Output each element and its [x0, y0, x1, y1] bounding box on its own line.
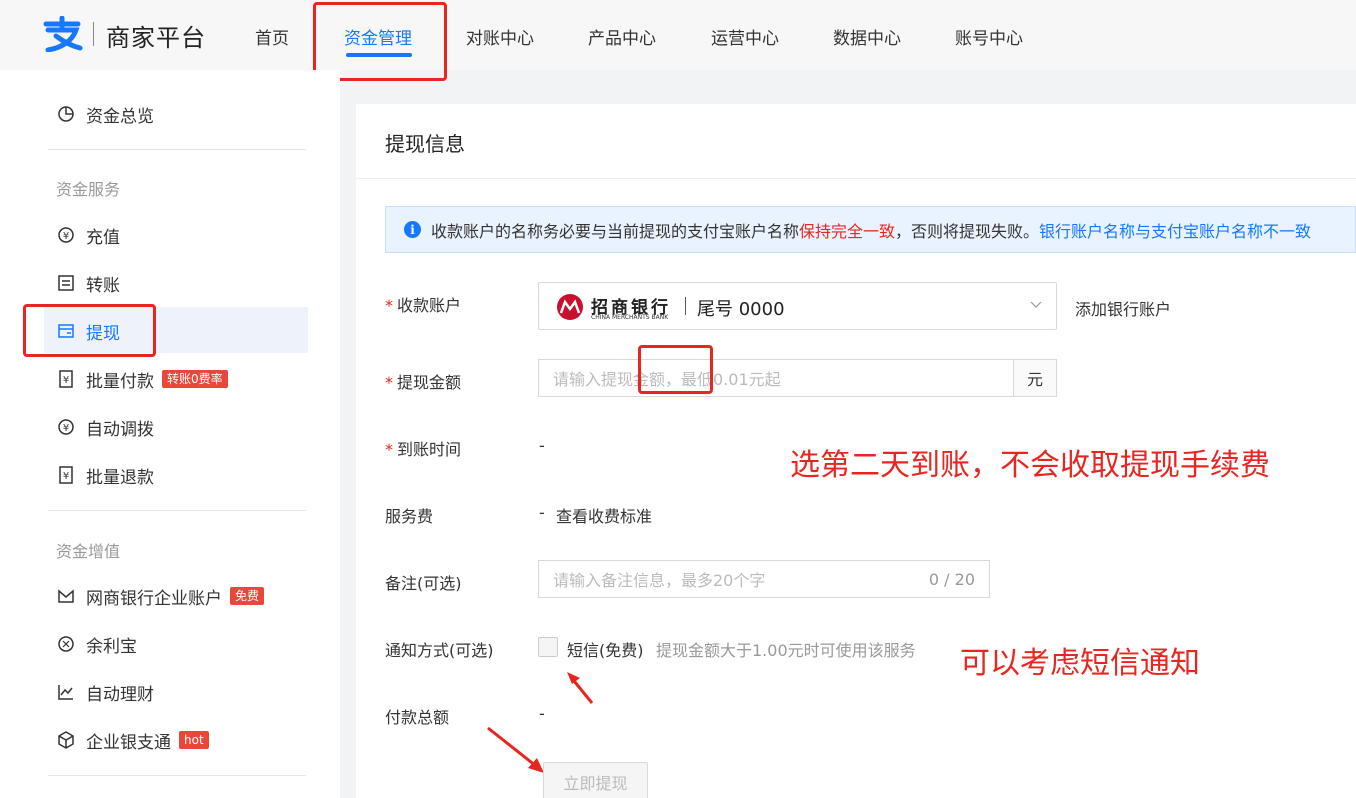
- sidebar-item-label: 自动理财: [86, 684, 154, 705]
- account-select[interactable]: 招商银行 CHINA MERCHANTS BANK 尾号 0000: [538, 282, 1057, 330]
- yulibao-icon: [58, 636, 74, 652]
- top-navbar: 商家平台 首页 资金管理 对账中心 产品中心 运营中心 数据中心 账号中心: [0, 0, 1356, 70]
- sidebar-item-label: 企业银支通: [86, 732, 171, 753]
- nav-home[interactable]: 首页: [255, 24, 289, 49]
- service-fee-value: -: [539, 503, 545, 522]
- annotation-arrival: 选第二天到账，不会收取提现手续费: [790, 448, 1270, 483]
- card-title: 提现信息: [385, 132, 465, 156]
- sidebar-item-transfer[interactable]: 转账: [56, 271, 120, 296]
- auto-allocate-icon: ¥: [58, 419, 74, 435]
- bank-name-en: CHINA MERCHANTS BANK: [591, 314, 669, 321]
- sidebar-item-label: 余利宝: [86, 636, 137, 657]
- sidebar-item-batch-refund[interactable]: ¥ 批量退款: [56, 463, 154, 488]
- sms-hint: 提现金额大于1.00元时可使用该服务: [656, 641, 916, 660]
- submit-withdraw-button[interactable]: 立即提现: [543, 762, 648, 798]
- arrival-time-value: -: [539, 436, 545, 455]
- sidebar-item-mybank[interactable]: 网商银行企业账户 免费: [56, 584, 265, 609]
- alipay-logo-icon[interactable]: [42, 16, 84, 52]
- account-label: * 收款账户: [385, 296, 462, 315]
- line-chart-icon: [58, 685, 73, 700]
- batch-pay-icon: ¥: [59, 370, 73, 388]
- sidebar-item-overview[interactable]: 资金总览: [56, 102, 154, 127]
- sidebar: [0, 70, 340, 798]
- note-char-count: 0 / 20: [928, 569, 975, 589]
- total-label: 付款总额: [385, 708, 450, 727]
- sidebar-item-recharge[interactable]: ¥ 充值: [56, 223, 120, 248]
- annotation-box-withdraw: [23, 304, 156, 357]
- sms-checkbox[interactable]: [538, 637, 558, 657]
- arrival-time-label: * 到账时间: [385, 440, 462, 459]
- sidebar-divider: [48, 510, 306, 511]
- sms-label[interactable]: 短信(免费): [567, 637, 644, 661]
- cube-icon: [58, 731, 74, 749]
- yuan-circle-icon: ¥: [58, 227, 74, 243]
- notify-label: 通知方式(可选): [385, 641, 494, 660]
- sidebar-item-bank-link[interactable]: 企业银支通 hot: [56, 728, 209, 753]
- batch-refund-icon: ¥: [59, 466, 73, 484]
- total-value: -: [539, 704, 545, 723]
- amount-unit: 元: [1013, 359, 1057, 397]
- transfer-doc-icon: [58, 275, 74, 291]
- free-badge: 免费: [230, 587, 265, 605]
- svg-text:¥: ¥: [63, 231, 69, 242]
- nav-reconciliation[interactable]: 对账中心: [466, 24, 534, 49]
- note-placeholder: 请输入备注信息，最多20个字: [553, 571, 766, 590]
- cmb-logo-icon: [557, 294, 583, 320]
- sidebar-item-label: 网商银行企业账户: [86, 588, 222, 609]
- add-bank-account-link[interactable]: 添加银行账户: [1075, 296, 1171, 320]
- svg-text:¥: ¥: [63, 423, 69, 434]
- fee-standard-link[interactable]: 查看收费标准: [556, 503, 652, 527]
- annotation-sms: 可以考虑短信通知: [960, 646, 1200, 681]
- bank-divider: [685, 297, 686, 315]
- notice-link[interactable]: 银行账户名称与支付宝账户名称不一致: [1039, 218, 1311, 242]
- card-divider: [356, 178, 1356, 179]
- svg-text:¥: ¥: [63, 471, 69, 482]
- logo-divider: [93, 22, 94, 46]
- annotation-arrow-sms-icon: [567, 672, 594, 704]
- note-input[interactable]: 请输入备注信息，最多20个字 0 / 20: [538, 560, 990, 598]
- sidebar-item-auto-invest[interactable]: 自动理财: [56, 680, 154, 705]
- amount-input[interactable]: 请输入提现金额，最低0.01元起: [538, 359, 1014, 397]
- sidebar-item-yulibao[interactable]: 余利宝: [56, 632, 137, 657]
- annotation-arrow-submit-icon: [487, 726, 544, 773]
- account-tail: 尾号 0000: [697, 299, 785, 320]
- amount-label: * 提现金额: [385, 373, 462, 392]
- nav-products[interactable]: 产品中心: [588, 24, 656, 49]
- sidebar-divider: [48, 775, 306, 776]
- nav-data[interactable]: 数据中心: [833, 24, 901, 49]
- free-fee-badge: 转账0费率: [162, 370, 228, 388]
- sidebar-item-label: 批量退款: [86, 467, 154, 488]
- info-icon: i: [404, 221, 421, 238]
- mybank-icon: [58, 589, 74, 603]
- sidebar-group-fund-value: 资金增值: [56, 542, 121, 561]
- notice-highlight: 保持完全一致: [799, 221, 896, 241]
- platform-title: 商家平台: [106, 24, 206, 52]
- service-fee-label: 服务费: [385, 507, 434, 526]
- info-notice: i 收款账户的名称务必要与当前提现的支付宝账户名称 保持完全一致 ，否则将提现失…: [385, 206, 1356, 253]
- hot-badge: hot: [179, 731, 209, 749]
- sidebar-item-label: 自动调拨: [86, 419, 154, 440]
- sidebar-group-fund-services: 资金服务: [56, 180, 121, 199]
- sidebar-item-label: 批量付款: [86, 371, 154, 392]
- sidebar-item-batch-pay[interactable]: ¥ 批量付款 转账0费率: [56, 367, 228, 392]
- sidebar-item-label: 充值: [86, 227, 120, 248]
- notice-text-tail: ，否则将提现失败。: [895, 221, 1040, 241]
- sidebar-item-label: 资金总览: [86, 106, 154, 127]
- svg-text:¥: ¥: [63, 375, 69, 386]
- nav-account[interactable]: 账号中心: [955, 24, 1023, 49]
- note-label: 备注(可选): [385, 574, 462, 593]
- annotation-box-amount: [638, 345, 713, 394]
- sidebar-divider: [48, 149, 306, 150]
- sidebar-item-auto-allocate[interactable]: ¥ 自动调拨: [56, 415, 154, 440]
- notice-text: 收款账户的名称务必要与当前提现的支付宝账户名称: [431, 221, 800, 241]
- sidebar-item-label: 转账: [86, 275, 120, 296]
- chevron-down-icon: [1030, 301, 1042, 308]
- nav-operations[interactable]: 运营中心: [711, 24, 779, 49]
- pie-chart-icon: [58, 106, 74, 122]
